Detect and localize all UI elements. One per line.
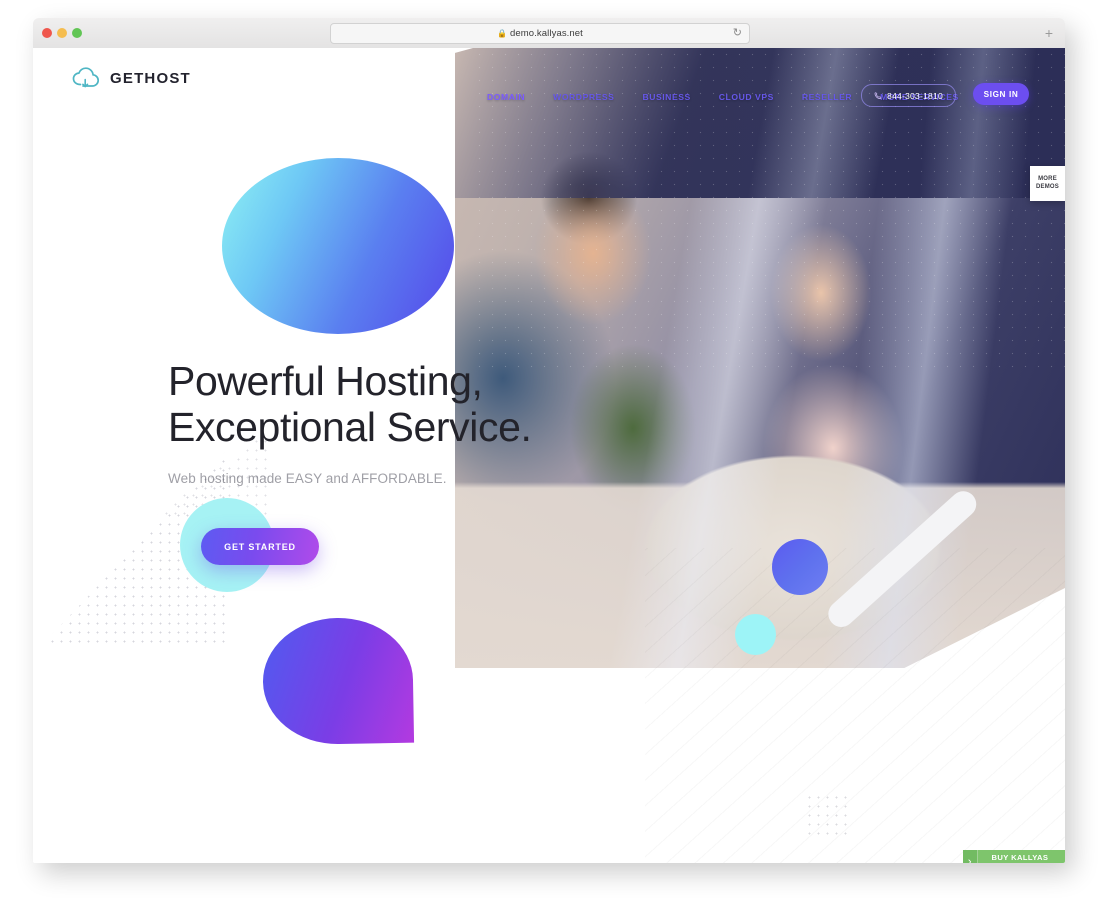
cloud-icon [71,66,101,90]
hero-subtitle: Web hosting made EASY and AFFORDABLE. [168,470,447,486]
maximize-window-button[interactable] [72,28,82,38]
more-demos-line2: DEMOS [1035,183,1059,190]
buy-theme-bar[interactable]: › BUY KALLYAS THEME [963,850,1065,863]
nav-item-domain[interactable]: DOMAIN [473,92,539,102]
phone-number: 844-303-1810 [887,90,943,101]
decorative-blob-purple [261,616,415,746]
address-bar[interactable]: 🔒 demo.kallyas.net ↻ [330,23,750,44]
hero-title: Powerful Hosting, Exceptional Service. [168,358,532,451]
reload-icon[interactable]: ↻ [733,27,742,40]
url-text: demo.kallyas.net [510,28,583,39]
logo-text: GETHOST [110,69,191,87]
chevron-right-icon[interactable]: › [963,850,978,863]
sign-in-button[interactable]: SIGN IN [973,83,1029,105]
hero-section: Powerful Hosting, Exceptional Service. W… [168,358,728,565]
phone-button[interactable]: 844-303-1810 [861,84,956,107]
decorative-circle-blue-small [772,539,828,595]
close-window-button[interactable] [42,28,52,38]
decorative-circle-gradient-large [222,158,454,334]
more-demos-tab[interactable]: MORE DEMOS [1030,166,1065,201]
more-demos-line1: MORE [1038,176,1057,182]
nav-item-wordpress[interactable]: WORDPRESS [539,92,628,102]
nav-item-business[interactable]: BUSINESS [628,92,704,102]
browser-window: 🔒 demo.kallyas.net ↻ + GETHOST DOMAIN WO… [33,18,1065,863]
buy-theme-label[interactable]: BUY KALLYAS THEME [977,850,1065,863]
browser-titlebar: 🔒 demo.kallyas.net ↻ + [33,18,1065,49]
decorative-circle-cyan-small [735,614,776,655]
lock-icon: 🔒 [497,28,508,38]
decorative-dot-grid-right [805,793,851,835]
phone-icon [874,91,882,100]
new-tab-button[interactable]: + [1041,25,1057,41]
get-started-button[interactable]: GET STARTED [201,528,319,565]
nav-item-cloud-vps[interactable]: CLOUD VPS [705,92,788,102]
nav-item-reseller[interactable]: RESELLER [788,92,866,102]
site-header: GETHOST DOMAIN WORDPRESS BUSINESS CLOUD … [33,48,1065,118]
site-logo[interactable]: GETHOST [71,66,191,90]
webpage-viewport: GETHOST DOMAIN WORDPRESS BUSINESS CLOUD … [33,48,1065,863]
window-controls[interactable] [42,28,82,38]
minimize-window-button[interactable] [57,28,67,38]
